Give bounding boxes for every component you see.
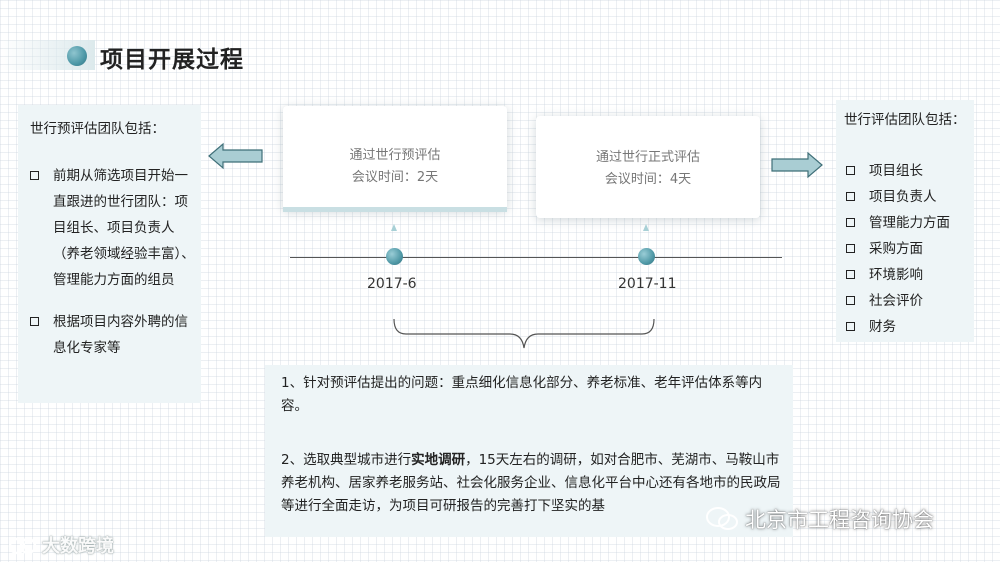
pre-appraisal-meeting-card: 通过世行预评估 会议时间：2天 xyxy=(283,106,507,210)
list-item-text: 前期从筛选项目开始一直跟进的世行团队：项目组长、项目负责人（养老领域经验丰富）、… xyxy=(53,168,195,288)
formal-appraisal-meeting-card: 通过世行正式评估 会议时间：4天 xyxy=(536,116,760,218)
curly-brace-icon xyxy=(392,317,656,355)
watermark-right: 北京市工程咨询协会 xyxy=(705,504,934,534)
list-item-text: 项目组长 xyxy=(869,163,923,179)
list-item: 环境影响 xyxy=(844,262,950,288)
timeline-marker-icon xyxy=(386,248,403,265)
emphasis-text: 实地调研 xyxy=(411,452,466,468)
timeline-date-label: 2017-11 xyxy=(618,276,677,292)
square-bullet-icon xyxy=(846,296,855,305)
card-duration: 会议时间：2天 xyxy=(351,170,439,185)
formal-appraisal-team-panel: 世行评估团队包括： 项目组长 项目负责人 管理能力方面 采购方面 环境影响 社会… xyxy=(836,100,974,342)
slide-title: 项目开展过程 xyxy=(100,47,244,73)
list-item-text: 管理能力方面 xyxy=(869,215,950,231)
wechat-icon xyxy=(706,507,738,530)
list-item-text: 环境影响 xyxy=(869,267,923,283)
list-item: 采购方面 xyxy=(844,236,950,262)
square-bullet-icon xyxy=(846,244,855,253)
list-item: 管理能力方面 xyxy=(844,210,950,236)
square-bullet-icon xyxy=(846,166,855,175)
square-bullet-icon xyxy=(846,218,855,227)
list-item-text: 社会评价 xyxy=(869,293,923,309)
list-item: 项目负责人 xyxy=(844,184,950,210)
square-bullet-icon xyxy=(846,322,855,331)
description-paragraph-1: 1、针对预评估提出的问题：重点细化信息化部分、养老标准、老年评估体系等内容。 xyxy=(281,375,763,414)
watermark-logo-icon xyxy=(8,537,37,555)
timeline-marker-icon xyxy=(638,248,655,265)
timeline-pointer-icon xyxy=(643,224,649,231)
pre-appraisal-team-list: 前期从筛选项目开始一直跟进的世行团队：项目组长、项目负责人（养老领域经验丰富）、… xyxy=(28,163,196,377)
title-bullet-icon xyxy=(67,46,87,66)
formal-appraisal-team-list: 项目组长 项目负责人 管理能力方面 采购方面 环境影响 社会评价 财务 xyxy=(844,158,950,340)
timeline-date-label: 2017-6 xyxy=(367,276,417,292)
left-arrow-icon xyxy=(208,142,264,170)
timeline-pointer-icon xyxy=(391,224,397,231)
card-title: 通过世行正式评估 xyxy=(595,150,700,165)
paragraph-text: 2、选取典型城市进行 xyxy=(281,452,412,468)
list-item: 前期从筛选项目开始一直跟进的世行团队：项目组长、项目负责人（养老领域经验丰富）、… xyxy=(28,163,196,293)
list-item-text: 根据项目内容外聘的信息化专家等 xyxy=(53,314,188,356)
right-arrow-icon xyxy=(771,151,823,179)
formal-appraisal-team-heading: 世行评估团队包括： xyxy=(844,112,966,128)
pre-appraisal-team-heading: 世行预评估团队包括： xyxy=(30,121,165,137)
list-item: 根据项目内容外聘的信息化专家等 xyxy=(28,309,196,361)
list-item-text: 项目负责人 xyxy=(869,189,937,205)
list-item-text: 财务 xyxy=(869,319,896,335)
watermark-left: 大数跨境 xyxy=(8,532,114,558)
watermark-left-text: 大数跨境 xyxy=(42,536,114,557)
card-accent-bar xyxy=(283,207,507,212)
square-bullet-icon xyxy=(846,270,855,279)
square-bullet-icon xyxy=(30,317,39,326)
list-item-text: 采购方面 xyxy=(869,241,923,257)
list-item: 项目组长 xyxy=(844,158,950,184)
list-item: 财务 xyxy=(844,314,950,340)
watermark-right-text: 北京市工程咨询协会 xyxy=(745,508,934,532)
pre-appraisal-team-panel: 世行预评估团队包括： 前期从筛选项目开始一直跟进的世行团队：项目组长、项目负责人… xyxy=(18,105,201,403)
square-bullet-icon xyxy=(846,192,855,201)
timeline-axis xyxy=(290,257,782,258)
card-duration: 会议时间：4天 xyxy=(604,172,692,187)
list-item: 社会评价 xyxy=(844,288,950,314)
square-bullet-icon xyxy=(30,171,39,180)
card-title: 通过世行预评估 xyxy=(349,148,441,163)
